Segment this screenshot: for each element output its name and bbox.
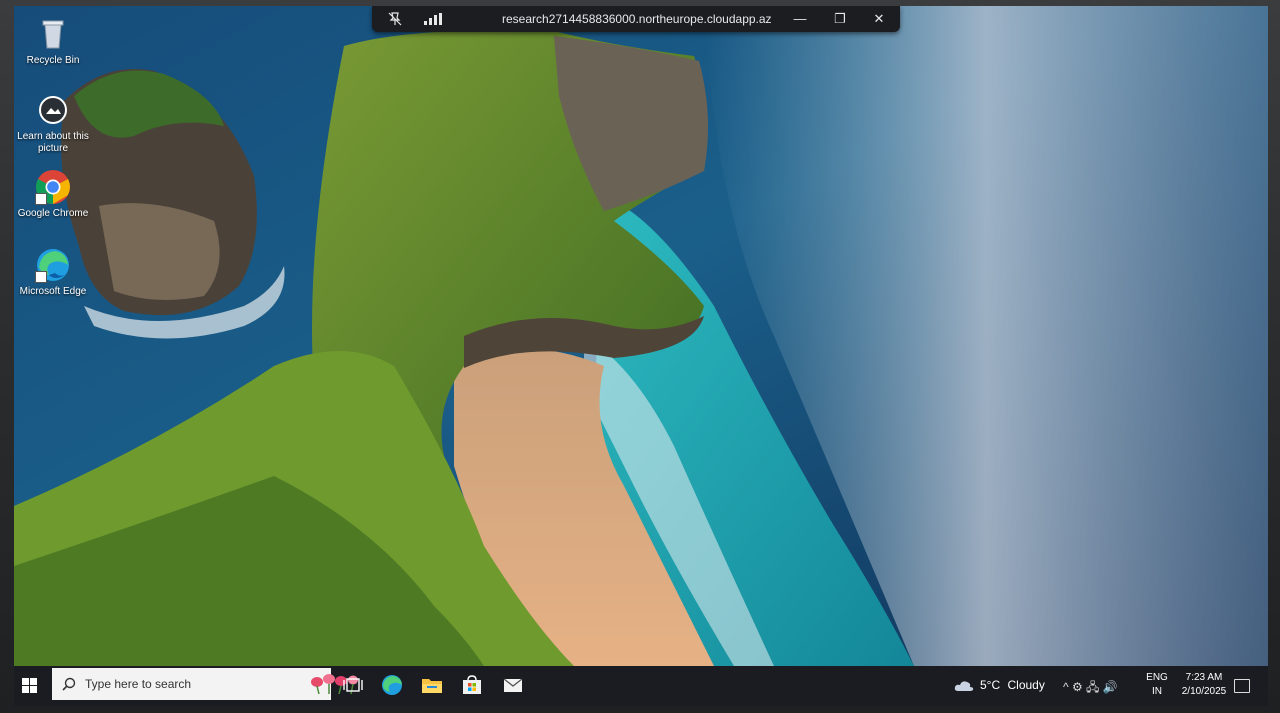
desktop-icon-label: Learn about this picture	[17, 131, 89, 154]
windows-logo-icon	[22, 678, 29, 685]
desktop-icon-label: Google Chrome	[17, 208, 89, 219]
system-tray-icons[interactable]: ^ ⚙ 🖧 🔊	[1063, 678, 1118, 699]
weather-widget[interactable]: 5°C Cloudy	[954, 678, 1045, 692]
taskbar: Type here to search 5°C Cloudy ^ ⚙ 🖧 🔊 E…	[14, 666, 1268, 706]
desktop-icon-recycle-bin[interactable]: Recycle Bin	[15, 16, 91, 67]
windows-logo-quad	[30, 686, 37, 693]
recycle-bin-icon	[35, 16, 71, 52]
desktop-icon-label: Recycle Bin	[26, 55, 80, 66]
search-icon	[62, 677, 76, 691]
remote-host-title: research2714458836000.northeurope.clouda…	[502, 12, 772, 26]
clock-time: 7:23 AM	[1185, 672, 1223, 683]
search-placeholder: Type here to search	[85, 677, 192, 691]
shortcut-arrow-icon	[35, 271, 47, 283]
desktop-icon-microsoft-edge[interactable]: Microsoft Edge	[15, 247, 91, 298]
clock-date: 2/10/2025	[1181, 686, 1227, 697]
edge-icon	[35, 247, 71, 283]
taskbar-search-box[interactable]: Type here to search	[52, 668, 358, 700]
cloud-icon	[954, 681, 974, 691]
connection-signal-icon[interactable]	[424, 13, 442, 25]
desktop-icon-google-chrome[interactable]: Google Chrome	[15, 169, 91, 220]
start-button[interactable]	[22, 678, 38, 694]
notification-center-icon[interactable]	[1234, 679, 1250, 693]
edge-taskbar-icon[interactable]	[379, 672, 405, 698]
weather-condition: Cloudy	[1007, 678, 1045, 692]
unpin-icon[interactable]	[388, 12, 402, 26]
shortcut-arrow-icon	[35, 193, 47, 205]
weather-temperature: 5°C	[980, 678, 1001, 692]
windows-logo-quad	[30, 678, 37, 685]
remote-desktop-screen: Recycle Bin Learn about this picture Goo…	[14, 6, 1268, 706]
task-view-icon[interactable]	[340, 672, 366, 698]
camera-info-icon	[35, 92, 71, 128]
system-clock[interactable]: 7:23 AM 2/10/2025	[1174, 671, 1234, 699]
close-button[interactable]: ✕	[869, 9, 889, 29]
desktop-icon-learn-about-picture[interactable]: Learn about this picture	[15, 92, 91, 155]
desktop-wallpaper	[14, 6, 1268, 666]
language-code: ENG	[1146, 672, 1168, 683]
desktop-icon-label: Microsoft Edge	[19, 286, 87, 297]
language-region: IN	[1152, 686, 1162, 697]
chrome-icon	[35, 169, 71, 205]
input-language-indicator[interactable]: ENG IN	[1144, 671, 1170, 699]
minimize-button[interactable]: —	[790, 9, 810, 29]
file-explorer-icon[interactable]	[419, 672, 445, 698]
remote-connection-bar: research2714458836000.northeurope.clouda…	[372, 6, 900, 32]
microsoft-store-icon[interactable]	[459, 672, 485, 698]
mail-icon[interactable]	[500, 672, 526, 698]
windows-logo-quad	[22, 686, 29, 693]
restore-button[interactable]: ❐	[830, 9, 850, 29]
